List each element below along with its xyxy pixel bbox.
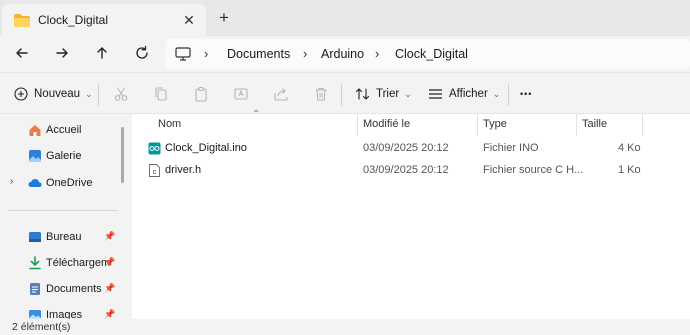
file-type: Fichier source C H...	[483, 164, 584, 176]
file-modified: 03/09/2025 20:12	[363, 142, 449, 154]
tab-strip: Clock_Digital ✕ +	[0, 0, 690, 36]
column-divider[interactable]	[642, 114, 643, 136]
file-name: driver.h	[165, 164, 202, 176]
images-icon	[29, 310, 41, 319]
sidebar-item-label: Téléchargem	[46, 257, 111, 269]
sidebar-item-label: Images	[46, 309, 83, 319]
plus-circle-icon	[14, 87, 28, 101]
desktop-icon	[29, 232, 41, 242]
chevron-down-icon: ⌄	[85, 88, 93, 99]
close-tab-button[interactable]: ✕	[180, 11, 198, 29]
sort-caret-icon: ⌃	[252, 109, 261, 120]
navigation-pane: Accueil Galerie › OneDrive Bureau 📌 Télé…	[0, 115, 128, 319]
chevron-down-icon: ⌄	[492, 88, 501, 99]
computer-icon	[175, 47, 191, 61]
file-type: Fichier INO	[483, 142, 539, 154]
documents-icon	[30, 283, 40, 295]
sidebar-item-images[interactable]: Images 📌	[0, 302, 128, 319]
sidebar-item-label: Bureau	[46, 231, 82, 243]
tab-title: Clock_Digital	[38, 13, 109, 27]
svg-text:c: c	[153, 167, 157, 176]
breadcrumb-separator: ›	[204, 46, 209, 61]
file-list: ⌃ Nom Modifié le Type Taille Clock_Digit…	[132, 109, 690, 319]
new-button[interactable]: Nouveau ⌄	[14, 73, 93, 115]
gallery-icon	[29, 150, 41, 162]
file-modified: 03/09/2025 20:12	[363, 164, 449, 176]
column-header-name[interactable]: Nom	[158, 118, 181, 130]
back-arrow-icon[interactable]	[12, 43, 32, 63]
toolbar-divider	[98, 84, 99, 106]
status-bar: 2 élément(s)	[0, 319, 690, 335]
more-options-button[interactable]: •••	[520, 73, 532, 115]
command-bar: Nouveau ⌄ Trier ⌄ Afficher ⌄ •••	[0, 72, 690, 114]
file-row[interactable]: c driver.h 03/09/2025 20:12 Fichier sour…	[132, 160, 690, 182]
sidebar-item-documents[interactable]: Documents 📌	[0, 276, 128, 302]
share-icon[interactable]	[273, 86, 289, 102]
sort-button[interactable]: Trier ⌄	[355, 73, 412, 115]
sidebar-item-label: Galerie	[46, 150, 82, 162]
sidebar-item-label: Accueil	[46, 124, 82, 136]
new-tab-button[interactable]: +	[214, 9, 234, 29]
item-count: 2 élément(s)	[12, 321, 71, 333]
file-size: 4 Ko	[618, 142, 641, 154]
breadcrumb-separator: ›	[303, 46, 308, 61]
column-divider[interactable]	[477, 114, 478, 136]
breadcrumb-separator: ›	[375, 46, 380, 61]
forward-arrow-icon[interactable]	[52, 43, 72, 63]
view-button-label: Afficher	[449, 88, 488, 100]
sidebar-item-galerie[interactable]: Galerie	[0, 143, 128, 169]
refresh-icon[interactable]	[132, 43, 152, 63]
home-icon	[29, 125, 41, 136]
chevron-right-icon[interactable]: ›	[10, 176, 13, 187]
rename-icon[interactable]	[233, 86, 249, 102]
new-button-label: Nouveau	[34, 88, 81, 100]
pin-icon[interactable]: 📌	[104, 231, 115, 242]
sidebar-item-label: OneDrive	[46, 177, 93, 189]
breadcrumb-documents[interactable]: Documents	[227, 47, 290, 61]
navigation-bar: › Documents › Arduino › Clock_Digital	[0, 36, 690, 70]
tab-clock-digital[interactable]: Clock_Digital ✕	[2, 4, 206, 36]
column-header-row: ⌃ Nom Modifié le Type Taille	[132, 109, 690, 136]
up-arrow-icon[interactable]	[92, 43, 112, 63]
file-name: Clock_Digital.ino	[165, 142, 247, 154]
pin-icon[interactable]: 📌	[104, 257, 115, 268]
sidebar-item-telechargements[interactable]: Téléchargem 📌	[0, 250, 128, 276]
arduino-file-icon	[148, 142, 161, 155]
toolbar-divider	[508, 84, 509, 106]
cloud-icon	[28, 179, 42, 187]
address-bar[interactable]: › Documents › Arduino › Clock_Digital	[166, 39, 690, 69]
cut-icon[interactable]	[113, 86, 129, 102]
sort-icon	[355, 88, 370, 100]
view-button[interactable]: Afficher ⌄	[428, 73, 500, 115]
column-divider[interactable]	[576, 114, 577, 136]
file-size: 1 Ko	[618, 164, 641, 176]
sidebar-item-bureau[interactable]: Bureau 📌	[0, 224, 128, 250]
column-header-type[interactable]: Type	[483, 118, 507, 130]
column-divider[interactable]	[357, 114, 358, 136]
sidebar-item-label: Documents	[46, 283, 102, 295]
column-header-modified[interactable]: Modifié le	[363, 118, 410, 130]
view-list-icon	[429, 89, 442, 99]
pin-icon[interactable]: 📌	[104, 283, 115, 294]
chevron-down-icon: ⌄	[404, 88, 412, 99]
paste-icon[interactable]	[193, 86, 209, 102]
sidebar-item-onedrive[interactable]: › OneDrive	[0, 170, 128, 196]
breadcrumb-clock-digital[interactable]: Clock_Digital	[395, 47, 468, 61]
delete-icon[interactable]	[313, 86, 329, 102]
file-explorer-window: Clock_Digital ✕ + › Documents › Arduino …	[0, 0, 690, 335]
sidebar-divider	[8, 210, 118, 211]
download-icon	[29, 256, 41, 270]
folder-icon	[14, 14, 30, 27]
sidebar-item-accueil[interactable]: Accueil	[0, 117, 128, 143]
copy-icon[interactable]	[153, 86, 169, 102]
column-header-size[interactable]: Taille	[582, 118, 607, 130]
sort-button-label: Trier	[376, 88, 400, 100]
more-icon: •••	[520, 89, 533, 99]
pin-icon[interactable]: 📌	[104, 309, 115, 319]
breadcrumb-arduino[interactable]: Arduino	[321, 47, 364, 61]
c-header-file-icon: c	[149, 164, 160, 177]
file-row[interactable]: Clock_Digital.ino 03/09/2025 20:12 Fichi…	[132, 138, 690, 160]
toolbar-divider	[341, 84, 342, 106]
